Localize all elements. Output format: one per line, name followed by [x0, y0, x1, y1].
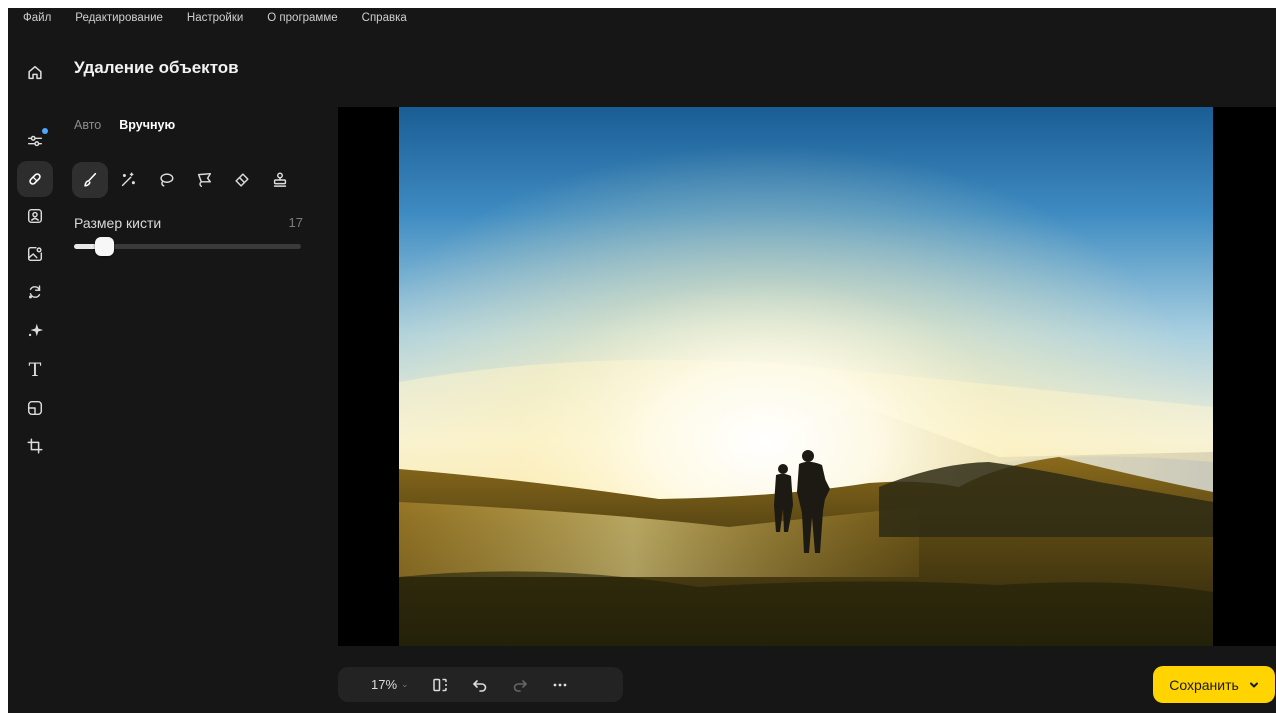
magic-wand-icon[interactable] — [110, 162, 146, 198]
crop-icon[interactable] — [17, 428, 53, 464]
brush-size-slider[interactable] — [74, 237, 301, 256]
eraser-patch-icon[interactable] — [17, 161, 53, 197]
menu-edit[interactable]: Редактирование — [63, 8, 175, 28]
page-title: Удаление объектов — [74, 58, 239, 77]
eraser-icon[interactable] — [224, 162, 260, 198]
zoom-value: 17% — [371, 677, 398, 692]
mode-tabs: Авто Вручную — [74, 118, 175, 132]
home-icon[interactable] — [22, 60, 48, 86]
brush-size-label: Размер кисти — [74, 215, 162, 231]
notification-badge — [42, 128, 48, 134]
save-button-label: Сохранить — [1169, 676, 1239, 693]
lasso-icon[interactable] — [148, 162, 184, 198]
portrait-icon[interactable] — [17, 198, 53, 234]
tab-auto[interactable]: Авто — [74, 118, 101, 132]
tool-row — [72, 162, 298, 198]
redo-icon[interactable] — [511, 676, 529, 694]
app-window: Файл Редактирование Настройки О программ… — [8, 8, 1276, 713]
menu-help[interactable]: Справка — [350, 8, 419, 28]
canvas-area[interactable] — [338, 107, 1276, 646]
edited-photo[interactable] — [399, 107, 1213, 646]
clone-stamp-icon[interactable] — [262, 162, 298, 198]
tab-manual[interactable]: Вручную — [119, 118, 175, 132]
zoom-select[interactable]: 17% ⌄ — [371, 677, 409, 692]
image-replace-icon[interactable] — [17, 236, 53, 272]
brush-icon[interactable] — [72, 162, 108, 198]
sync-icon[interactable] — [17, 274, 53, 310]
bottom-toolbar: 17% ⌄ — [338, 667, 623, 702]
sparkle-icon[interactable] — [17, 312, 53, 348]
adjustments-icon[interactable] — [17, 123, 53, 159]
menu-bar: Файл Редактирование Настройки О программ… — [8, 8, 1276, 28]
compare-icon[interactable] — [431, 676, 449, 694]
frame-icon[interactable] — [17, 390, 53, 426]
menu-about[interactable]: О программе — [255, 8, 349, 28]
menu-file[interactable]: Файл — [8, 8, 63, 28]
chevron-down-icon — [1249, 682, 1258, 687]
chevron-down-icon: ⌄ — [401, 679, 409, 689]
brush-size-slider-thumb[interactable] — [95, 237, 115, 256]
save-button[interactable]: Сохранить — [1153, 666, 1275, 703]
undo-icon[interactable] — [471, 676, 489, 694]
more-icon[interactable] — [551, 676, 569, 694]
text-icon[interactable]: T — [17, 352, 53, 388]
brush-size-value: 17 — [288, 215, 303, 230]
menu-settings[interactable]: Настройки — [175, 8, 255, 28]
polygon-lasso-icon[interactable] — [186, 162, 222, 198]
